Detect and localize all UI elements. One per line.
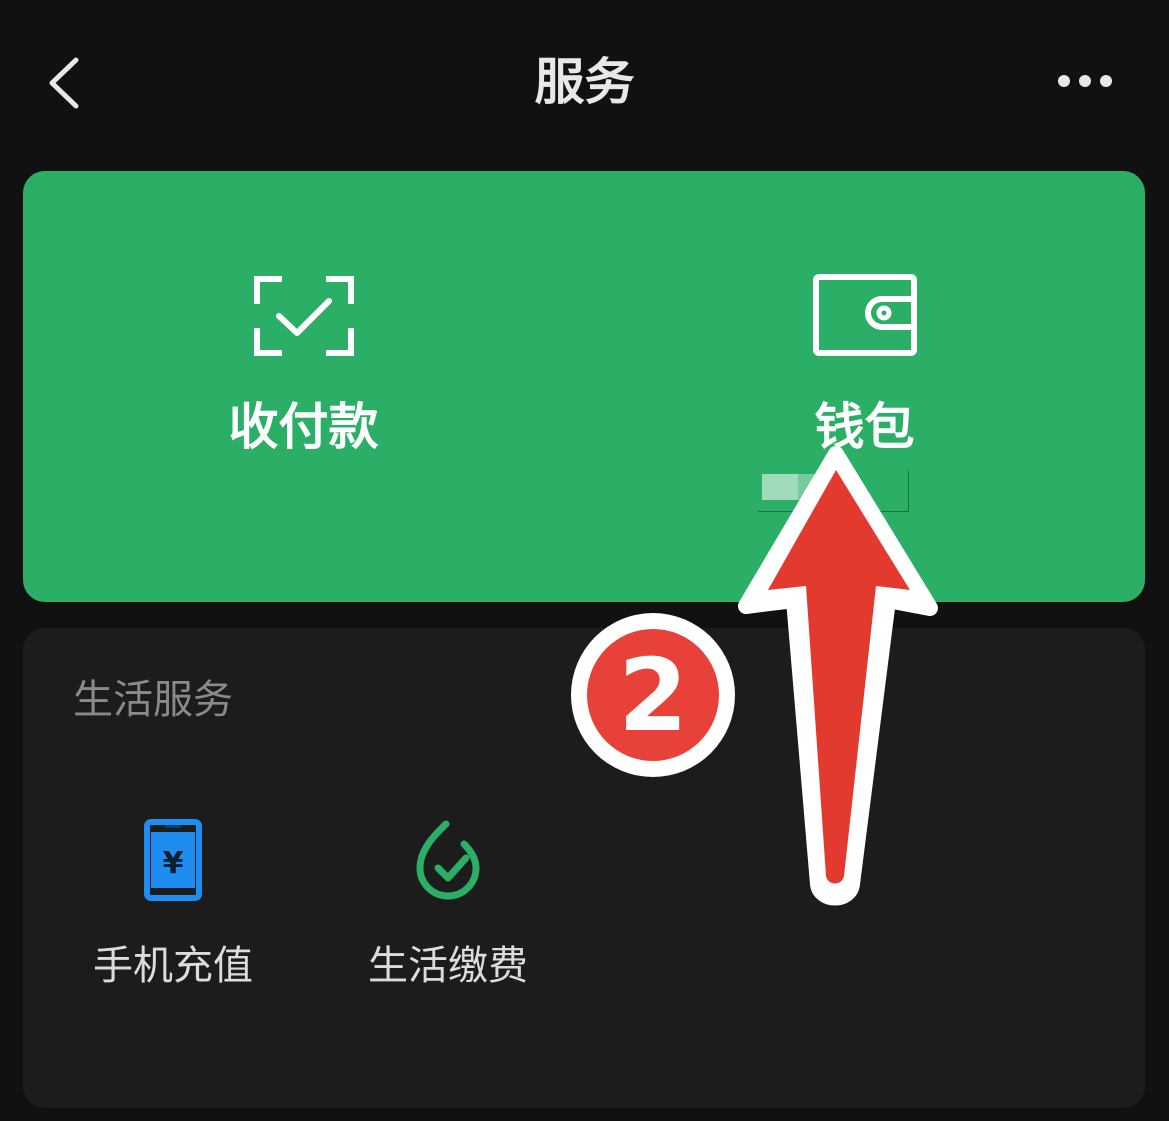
top-navigation-bar: 服务 bbox=[0, 0, 1169, 160]
receive-pay-button[interactable]: 收付款 bbox=[23, 171, 584, 602]
phone-recharge-label: 手机充值 bbox=[93, 943, 253, 989]
receive-pay-label: 收付款 bbox=[228, 398, 379, 456]
step-number: 2 bbox=[618, 637, 688, 754]
phone-recharge-button[interactable]: ¥ 手机充值 bbox=[53, 818, 293, 1008]
pointer-arrow-annotation bbox=[730, 440, 950, 920]
scan-check-icon bbox=[253, 276, 354, 356]
svg-text:¥: ¥ bbox=[163, 846, 184, 881]
payment-wallet-card: 收付款 钱包 bbox=[23, 171, 1145, 602]
page-title: 服务 bbox=[534, 53, 635, 111]
wallet-icon bbox=[812, 274, 917, 356]
utility-payment-label: 生活缴费 bbox=[368, 943, 528, 989]
utility-payment-icon bbox=[416, 820, 480, 900]
utility-payment-button[interactable]: 生活缴费 bbox=[328, 818, 568, 1008]
more-options-button[interactable] bbox=[1050, 60, 1120, 102]
phone-recharge-icon: ¥ bbox=[144, 819, 202, 901]
step-number-badge: 2 bbox=[568, 610, 738, 780]
section-title: 生活服务 bbox=[73, 677, 233, 723]
more-horizontal-icon bbox=[1058, 75, 1112, 87]
